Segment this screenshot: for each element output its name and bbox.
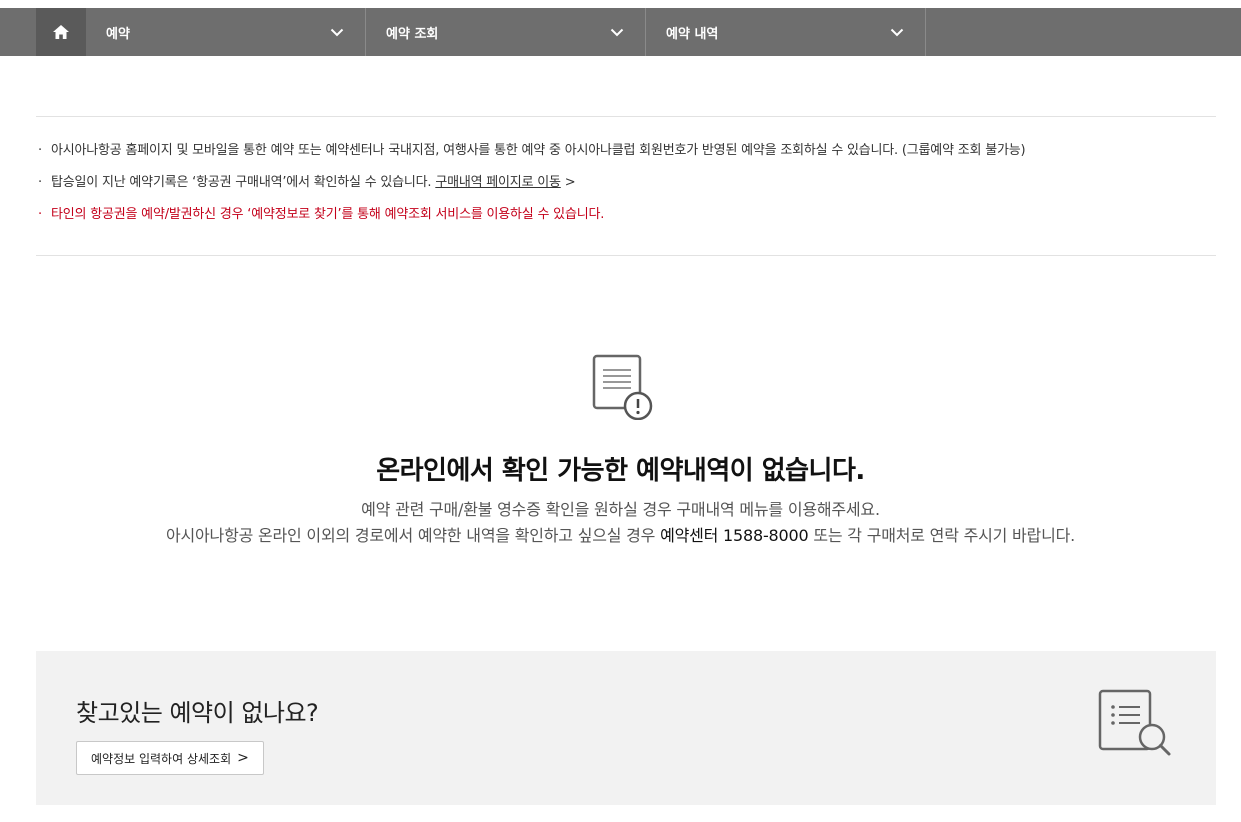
empty-title: 온라인에서 확인 가능한 예약내역이 없습니다. xyxy=(376,456,865,486)
nav-label: 예약 xyxy=(106,26,130,42)
find-reservation-box: 찾고있는 예약이 없나요? 예약정보 입력하여 상세조회 > xyxy=(36,651,1216,805)
empty-desc-line: 아시아나항공 온라인 이외의 경로에서 예약한 내역을 확인하고 싶으실 경우 … xyxy=(0,523,1241,549)
notice-text: 탑승일이 지난 예약기록은 ‘항공권 구매내역’에서 확인하실 수 있습니다. xyxy=(51,175,432,190)
empty-description: 예약 관련 구매/환불 영수증 확인을 원하실 경우 구매내역 메뉴를 이용해주… xyxy=(0,497,1241,549)
desc-text: 또는 각 구매처로 연락 주시기 바랍니다. xyxy=(808,526,1076,545)
chevron-right-icon: > xyxy=(237,750,249,766)
notice-item: 탑승일이 지난 예약기록은 ‘항공권 구매내역’에서 확인하실 수 있습니다. … xyxy=(36,175,1216,191)
chevron-down-icon xyxy=(889,24,905,40)
top-navigation: 예약 예약 조회 예약 내역 xyxy=(0,8,1241,56)
notice-section: 아시아나항공 홈페이지 및 모바일을 통한 예약 또는 예약센터나 국내지점, … xyxy=(36,116,1216,256)
find-title: 찾고있는 예약이 없나요? xyxy=(76,699,319,727)
notice-text: 타인의 항공권을 예약/발권하신 경우 ‘예약정보로 찾기’를 통해 예약조회 … xyxy=(51,207,605,222)
button-label: 예약정보 입력하여 상세조회 xyxy=(91,751,232,766)
list-search-icon xyxy=(1096,687,1176,759)
desc-text: 아시아나항공 온라인 이외의 경로에서 예약한 내역을 확인하고 싶으실 경우 xyxy=(165,526,661,545)
notice-list: 아시아나항공 홈페이지 및 모바일을 통한 예약 또는 예약센터나 국내지점, … xyxy=(36,117,1216,223)
detail-lookup-button[interactable]: 예약정보 입력하여 상세조회 > xyxy=(76,741,264,775)
notice-item: 아시아나항공 홈페이지 및 모바일을 통한 예약 또는 예약센터나 국내지점, … xyxy=(36,143,1216,159)
nav-dropdown-reservation[interactable]: 예약 xyxy=(86,8,366,56)
nav-label: 예약 조회 xyxy=(386,26,439,42)
reservation-center-phone: 예약센터 1588-8000 xyxy=(660,526,809,545)
notice-item-highlight: 타인의 항공권을 예약/발권하신 경우 ‘예약정보로 찾기’를 통해 예약조회 … xyxy=(36,207,1216,223)
chevron-down-icon xyxy=(329,24,345,40)
empty-desc-line: 예약 관련 구매/환불 영수증 확인을 원하실 경우 구매내역 메뉴를 이용해주… xyxy=(361,500,880,519)
nav-dropdown-reservation-lookup[interactable]: 예약 조회 xyxy=(366,8,646,56)
link-arrow-icon: > xyxy=(564,175,576,190)
document-alert-icon xyxy=(586,350,656,421)
notice-text: 아시아나항공 홈페이지 및 모바일을 통한 예약 또는 예약센터나 국내지점, … xyxy=(51,143,1026,158)
home-icon xyxy=(53,25,69,39)
home-button[interactable] xyxy=(36,8,86,56)
chevron-down-icon xyxy=(609,24,625,40)
purchase-history-link[interactable]: 구매내역 페이지로 이동 xyxy=(435,175,561,190)
nav-dropdown-reservation-history[interactable]: 예약 내역 xyxy=(646,8,926,56)
empty-state: 온라인에서 확인 가능한 예약내역이 없습니다. 예약 관련 구매/환불 영수증… xyxy=(0,350,1241,549)
nav-label: 예약 내역 xyxy=(666,26,719,42)
